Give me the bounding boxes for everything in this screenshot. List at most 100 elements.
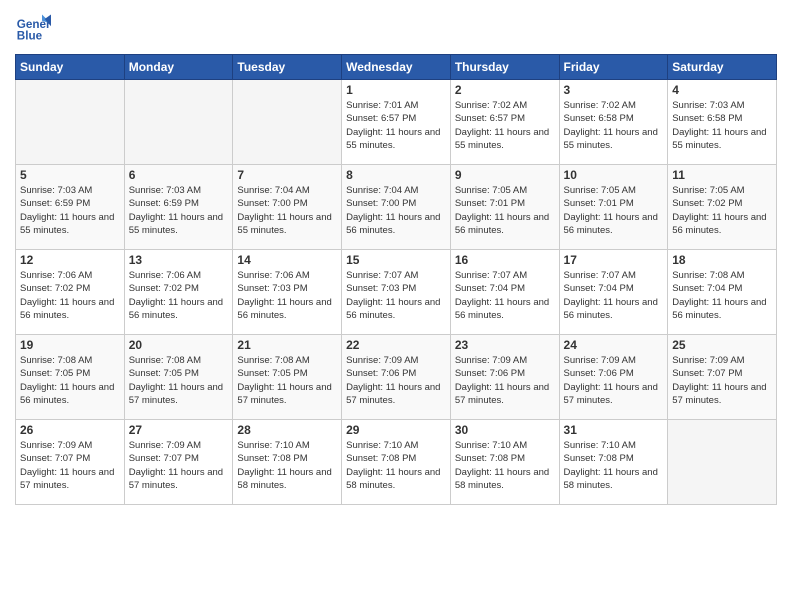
day-info: Sunrise: 7:08 AMSunset: 7:05 PMDaylight:… (237, 355, 331, 406)
header-sunday: Sunday (16, 55, 125, 80)
day-number: 23 (455, 338, 555, 352)
day-info: Sunrise: 7:05 AMSunset: 7:01 PMDaylight:… (564, 185, 658, 236)
day-number: 15 (346, 253, 446, 267)
calendar-cell: 27 Sunrise: 7:09 AMSunset: 7:07 PMDaylig… (124, 420, 233, 505)
day-number: 29 (346, 423, 446, 437)
calendar-cell: 14 Sunrise: 7:06 AMSunset: 7:03 PMDaylig… (233, 250, 342, 335)
main-container: General Blue SundayMondayTuesdayWednesda… (0, 0, 792, 515)
calendar-cell: 17 Sunrise: 7:07 AMSunset: 7:04 PMDaylig… (559, 250, 668, 335)
day-number: 11 (672, 168, 772, 182)
day-info: Sunrise: 7:01 AMSunset: 6:57 PMDaylight:… (346, 100, 440, 151)
day-info: Sunrise: 7:09 AMSunset: 7:07 PMDaylight:… (129, 440, 223, 491)
day-info: Sunrise: 7:07 AMSunset: 7:04 PMDaylight:… (455, 270, 549, 321)
day-number: 25 (672, 338, 772, 352)
calendar-cell: 1 Sunrise: 7:01 AMSunset: 6:57 PMDayligh… (342, 80, 451, 165)
calendar-cell (233, 80, 342, 165)
header-saturday: Saturday (668, 55, 777, 80)
day-info: Sunrise: 7:10 AMSunset: 7:08 PMDaylight:… (564, 440, 658, 491)
calendar-cell: 31 Sunrise: 7:10 AMSunset: 7:08 PMDaylig… (559, 420, 668, 505)
day-number: 17 (564, 253, 664, 267)
day-number: 13 (129, 253, 229, 267)
day-number: 28 (237, 423, 337, 437)
day-info: Sunrise: 7:02 AMSunset: 6:58 PMDaylight:… (564, 100, 658, 151)
calendar-cell: 21 Sunrise: 7:08 AMSunset: 7:05 PMDaylig… (233, 335, 342, 420)
logo: General Blue (15, 10, 51, 46)
calendar-cell: 6 Sunrise: 7:03 AMSunset: 6:59 PMDayligh… (124, 165, 233, 250)
day-info: Sunrise: 7:07 AMSunset: 7:04 PMDaylight:… (564, 270, 658, 321)
calendar-cell: 8 Sunrise: 7:04 AMSunset: 7:00 PMDayligh… (342, 165, 451, 250)
day-info: Sunrise: 7:06 AMSunset: 7:02 PMDaylight:… (129, 270, 223, 321)
day-number: 18 (672, 253, 772, 267)
day-info: Sunrise: 7:10 AMSunset: 7:08 PMDaylight:… (455, 440, 549, 491)
calendar-cell: 11 Sunrise: 7:05 AMSunset: 7:02 PMDaylig… (668, 165, 777, 250)
day-number: 1 (346, 83, 446, 97)
day-info: Sunrise: 7:04 AMSunset: 7:00 PMDaylight:… (237, 185, 331, 236)
calendar-cell: 25 Sunrise: 7:09 AMSunset: 7:07 PMDaylig… (668, 335, 777, 420)
calendar-cell: 30 Sunrise: 7:10 AMSunset: 7:08 PMDaylig… (450, 420, 559, 505)
day-info: Sunrise: 7:09 AMSunset: 7:06 PMDaylight:… (455, 355, 549, 406)
day-number: 20 (129, 338, 229, 352)
day-info: Sunrise: 7:10 AMSunset: 7:08 PMDaylight:… (237, 440, 331, 491)
day-info: Sunrise: 7:04 AMSunset: 7:00 PMDaylight:… (346, 185, 440, 236)
header-wednesday: Wednesday (342, 55, 451, 80)
calendar-cell: 16 Sunrise: 7:07 AMSunset: 7:04 PMDaylig… (450, 250, 559, 335)
calendar-cell: 15 Sunrise: 7:07 AMSunset: 7:03 PMDaylig… (342, 250, 451, 335)
day-number: 31 (564, 423, 664, 437)
day-number: 30 (455, 423, 555, 437)
calendar-cell (16, 80, 125, 165)
day-info: Sunrise: 7:03 AMSunset: 6:59 PMDaylight:… (129, 185, 223, 236)
calendar-cell: 28 Sunrise: 7:10 AMSunset: 7:08 PMDaylig… (233, 420, 342, 505)
header-monday: Monday (124, 55, 233, 80)
day-info: Sunrise: 7:06 AMSunset: 7:03 PMDaylight:… (237, 270, 331, 321)
calendar-cell: 18 Sunrise: 7:08 AMSunset: 7:04 PMDaylig… (668, 250, 777, 335)
day-info: Sunrise: 7:09 AMSunset: 7:06 PMDaylight:… (346, 355, 440, 406)
day-number: 21 (237, 338, 337, 352)
calendar-cell: 23 Sunrise: 7:09 AMSunset: 7:06 PMDaylig… (450, 335, 559, 420)
day-number: 24 (564, 338, 664, 352)
day-number: 2 (455, 83, 555, 97)
calendar-table: SundayMondayTuesdayWednesdayThursdayFrid… (15, 54, 777, 505)
day-info: Sunrise: 7:10 AMSunset: 7:08 PMDaylight:… (346, 440, 440, 491)
day-info: Sunrise: 7:09 AMSunset: 7:07 PMDaylight:… (20, 440, 114, 491)
day-number: 12 (20, 253, 120, 267)
day-number: 14 (237, 253, 337, 267)
day-number: 8 (346, 168, 446, 182)
calendar-cell: 4 Sunrise: 7:03 AMSunset: 6:58 PMDayligh… (668, 80, 777, 165)
day-info: Sunrise: 7:08 AMSunset: 7:05 PMDaylight:… (20, 355, 114, 406)
day-number: 4 (672, 83, 772, 97)
day-info: Sunrise: 7:09 AMSunset: 7:07 PMDaylight:… (672, 355, 766, 406)
day-info: Sunrise: 7:08 AMSunset: 7:05 PMDaylight:… (129, 355, 223, 406)
day-number: 27 (129, 423, 229, 437)
calendar-cell: 24 Sunrise: 7:09 AMSunset: 7:06 PMDaylig… (559, 335, 668, 420)
day-number: 7 (237, 168, 337, 182)
day-number: 26 (20, 423, 120, 437)
day-number: 6 (129, 168, 229, 182)
calendar-cell: 13 Sunrise: 7:06 AMSunset: 7:02 PMDaylig… (124, 250, 233, 335)
logo-icon: General Blue (15, 10, 51, 46)
week-row-5: 26 Sunrise: 7:09 AMSunset: 7:07 PMDaylig… (16, 420, 777, 505)
header-thursday: Thursday (450, 55, 559, 80)
day-number: 5 (20, 168, 120, 182)
day-number: 3 (564, 83, 664, 97)
calendar-cell: 5 Sunrise: 7:03 AMSunset: 6:59 PMDayligh… (16, 165, 125, 250)
calendar-cell: 9 Sunrise: 7:05 AMSunset: 7:01 PMDayligh… (450, 165, 559, 250)
calendar-cell (124, 80, 233, 165)
svg-text:Blue: Blue (17, 30, 43, 43)
day-info: Sunrise: 7:09 AMSunset: 7:06 PMDaylight:… (564, 355, 658, 406)
calendar-cell: 10 Sunrise: 7:05 AMSunset: 7:01 PMDaylig… (559, 165, 668, 250)
day-info: Sunrise: 7:03 AMSunset: 6:58 PMDaylight:… (672, 100, 766, 151)
header: General Blue (15, 10, 777, 46)
day-info: Sunrise: 7:07 AMSunset: 7:03 PMDaylight:… (346, 270, 440, 321)
day-info: Sunrise: 7:03 AMSunset: 6:59 PMDaylight:… (20, 185, 114, 236)
calendar-cell: 26 Sunrise: 7:09 AMSunset: 7:07 PMDaylig… (16, 420, 125, 505)
week-row-1: 1 Sunrise: 7:01 AMSunset: 6:57 PMDayligh… (16, 80, 777, 165)
calendar-cell: 20 Sunrise: 7:08 AMSunset: 7:05 PMDaylig… (124, 335, 233, 420)
day-number: 22 (346, 338, 446, 352)
week-row-2: 5 Sunrise: 7:03 AMSunset: 6:59 PMDayligh… (16, 165, 777, 250)
day-number: 19 (20, 338, 120, 352)
day-info: Sunrise: 7:06 AMSunset: 7:02 PMDaylight:… (20, 270, 114, 321)
day-info: Sunrise: 7:05 AMSunset: 7:01 PMDaylight:… (455, 185, 549, 236)
calendar-cell: 29 Sunrise: 7:10 AMSunset: 7:08 PMDaylig… (342, 420, 451, 505)
day-info: Sunrise: 7:02 AMSunset: 6:57 PMDaylight:… (455, 100, 549, 151)
day-info: Sunrise: 7:05 AMSunset: 7:02 PMDaylight:… (672, 185, 766, 236)
